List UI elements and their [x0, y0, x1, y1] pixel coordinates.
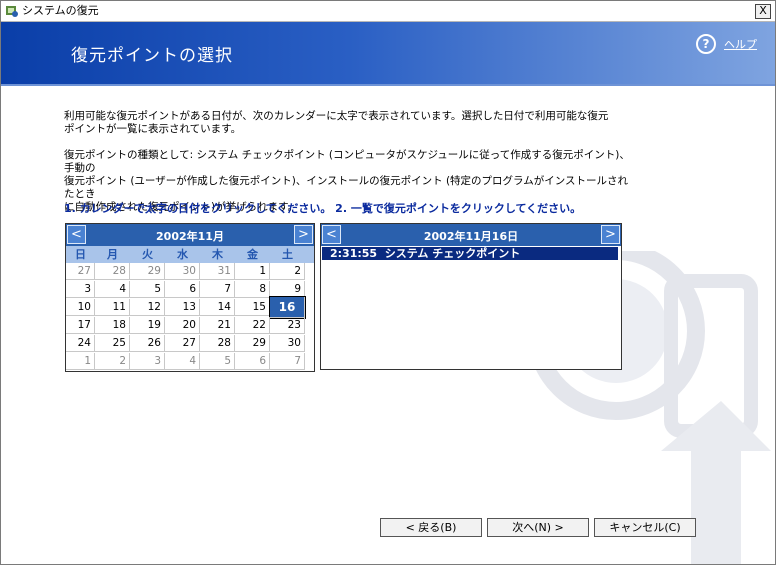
- calendar-day[interactable]: 2: [95, 353, 130, 370]
- calendar-day[interactable]: 18: [95, 317, 130, 334]
- calendar-day[interactable]: 15: [235, 299, 270, 316]
- calendar-day[interactable]: 4: [165, 353, 200, 370]
- calendar-day[interactable]: 25: [95, 335, 130, 352]
- help-link[interactable]: ヘルプ: [724, 36, 757, 52]
- weekday-label: 水: [177, 248, 188, 261]
- calendar-day[interactable]: 30: [270, 335, 305, 352]
- close-button[interactable]: X: [755, 4, 771, 19]
- list-date-label: 2002年11月16日: [423, 230, 519, 243]
- page-title: 復元ポイントの選択: [71, 46, 233, 66]
- list-header: < 2002年11月16日 >: [321, 224, 621, 246]
- calendar-day[interactable]: 27: [66, 263, 95, 280]
- calendar-day[interactable]: 21: [200, 317, 235, 334]
- page-header: 復元ポイントの選択 ? ヘルプ: [1, 22, 775, 84]
- calendar-day[interactable]: 13: [165, 299, 200, 316]
- title-bar: システムの復元 X: [1, 1, 775, 22]
- calendar-day[interactable]: 28: [95, 263, 130, 280]
- description-paragraph: 利用可能な復元ポイントがある日付が、次のカレンダーに太字で表示されています。選択…: [64, 110, 634, 136]
- weekday-label: 木: [212, 248, 223, 261]
- list-next-button[interactable]: >: [601, 225, 620, 244]
- calendar-day[interactable]: 27: [165, 335, 200, 352]
- restore-point-time: 2:31:55: [330, 247, 378, 260]
- weekday-label: 金: [247, 248, 258, 261]
- calendar-day[interactable]: 22: [235, 317, 270, 334]
- calendar-day[interactable]: 29: [130, 263, 165, 280]
- calendar-month-label: 2002年11月: [156, 230, 224, 243]
- calendar-day[interactable]: 4: [95, 281, 130, 298]
- calendar-day[interactable]: 23: [270, 317, 305, 334]
- weekday-label: 火: [142, 248, 153, 261]
- calendar-day[interactable]: 7: [270, 353, 305, 370]
- weekday-header-row: 日月火水木金土: [66, 246, 314, 263]
- calendar: < 2002年11月 > 日月火水木金土 27 28 29 30 31 1 2 3 4 5 6 7 8 9…: [65, 223, 315, 372]
- calendar-day[interactable]: 10: [66, 299, 95, 316]
- system-restore-window: システムの復元 X 復元ポイントの選択 ? ヘルプ 利用可能な復元ポイントがある…: [0, 0, 776, 565]
- cancel-button[interactable]: キャンセル(C): [594, 518, 696, 537]
- next-button[interactable]: 次へ(N) >: [487, 518, 589, 537]
- calendar-header: < 2002年11月 >: [66, 224, 314, 246]
- calendar-day[interactable]: 11: [95, 299, 130, 316]
- help-icon[interactable]: ?: [696, 34, 716, 54]
- window-title: システムの復元: [22, 4, 99, 17]
- weekday-label: 土: [282, 248, 293, 261]
- calendar-day[interactable]: 17: [66, 317, 95, 334]
- calendar-day[interactable]: 5: [200, 353, 235, 370]
- calendar-day[interactable]: 5: [130, 281, 165, 298]
- calendar-day[interactable]: 20: [165, 317, 200, 334]
- calendar-day[interactable]: 31: [200, 263, 235, 280]
- calendar-day[interactable]: 12: [130, 299, 165, 316]
- header-divider: [1, 84, 775, 86]
- calendar-next-button[interactable]: >: [294, 225, 313, 244]
- restore-point-name: システム チェックポイント: [384, 247, 521, 260]
- calendar-day[interactable]: 1: [235, 263, 270, 280]
- calendar-day[interactable]: 9: [270, 281, 305, 298]
- calendar-day[interactable]: 24: [66, 335, 95, 352]
- calendar-day[interactable]: 1: [66, 353, 95, 370]
- calendar-day[interactable]: 26: [130, 335, 165, 352]
- restore-point-item[interactable]: 2:31:55 システム チェックポイント: [322, 247, 618, 260]
- back-button[interactable]: < 戻る(B): [380, 518, 482, 537]
- system-restore-app-icon: [6, 6, 18, 17]
- calendar-day[interactable]: 6: [235, 353, 270, 370]
- calendar-day[interactable]: 19: [130, 317, 165, 334]
- calendar-day[interactable]: 30: [165, 263, 200, 280]
- calendar-day[interactable]: 28: [200, 335, 235, 352]
- weekday-label: 日: [75, 248, 86, 261]
- calendar-day[interactable]: 3: [66, 281, 95, 298]
- calendar-day[interactable]: 8: [235, 281, 270, 298]
- description-line: ポイントが一覧に表示されています。: [64, 123, 242, 135]
- description-line: 利用可能な復元ポイントがある日付が、次のカレンダーに太字で表示されています。選択…: [64, 110, 609, 122]
- calendar-day[interactable]: 14: [200, 299, 235, 316]
- calendar-day[interactable]: 6: [165, 281, 200, 298]
- calendar-day-grid: 27 28 29 30 31 1 2 3 4 5 6 7 8 9 10 11 12 13 14 15 16 17 18 19 2…: [66, 263, 314, 371]
- calendar-day[interactable]: 3: [130, 353, 165, 370]
- types-line: 復元ポイントの種類として: システム チェックポイント (コンピュータがスケジュ…: [64, 149, 630, 174]
- calendar-day[interactable]: 7: [200, 281, 235, 298]
- restore-point-list: < 2002年11月16日 > 2:31:55 システム チェックポイント: [320, 223, 622, 370]
- calendar-day[interactable]: 2: [270, 263, 305, 280]
- types-line: 復元ポイント (ユーザーが作成した復元ポイント)、インストールの復元ポイント (…: [64, 175, 629, 200]
- weekday-label: 月: [107, 248, 118, 261]
- calendar-day[interactable]: 29: [235, 335, 270, 352]
- calendar-day-selected[interactable]: 16: [269, 296, 306, 319]
- instruction-text: 1. カレンダーで太字の日付をクリックしてください。 2. 一覧で復元ポイントを…: [64, 202, 582, 215]
